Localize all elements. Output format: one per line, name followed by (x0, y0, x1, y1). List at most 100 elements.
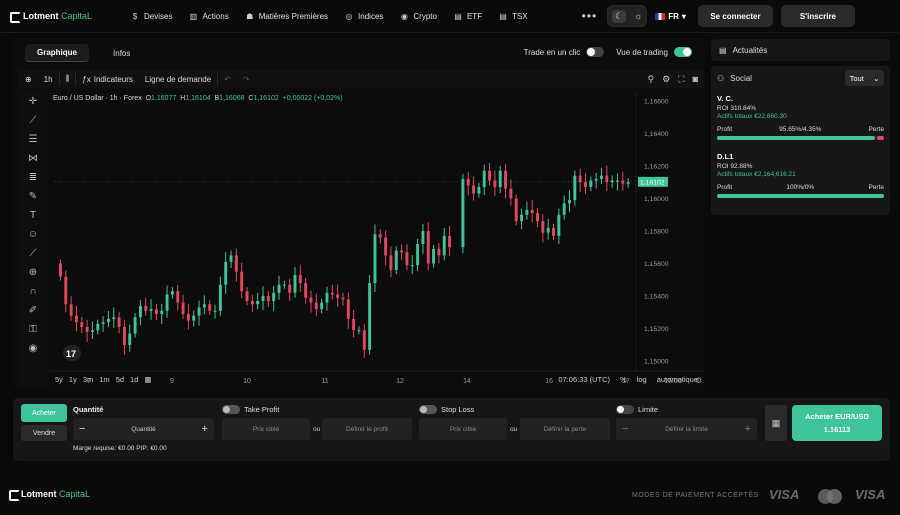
redo-icon[interactable]: ↷ (237, 75, 256, 84)
chevron-down-icon: ▾ (681, 11, 686, 21)
buy-button-label: Acheter EUR/USD (805, 412, 869, 421)
signup-button[interactable]: S'inscrire (780, 5, 855, 27)
calendar-icon[interactable]: ▦ (144, 375, 151, 384)
limit-toggle[interactable]: Limite (616, 405, 658, 414)
trader-name: D.L1 (717, 152, 734, 161)
or-label: ou (313, 426, 321, 433)
nav-item-devises[interactable]: $ Devises (122, 11, 180, 21)
take-profit-price-field[interactable]: Prix cible (222, 418, 310, 440)
plus-icon[interactable]: + (202, 423, 208, 435)
demand-line-button[interactable]: Ligne de demande (139, 75, 217, 84)
trading-view-switch[interactable] (674, 47, 692, 57)
zoom-in-icon[interactable]: ⊕ (29, 266, 37, 279)
price-chart[interactable]: 1,16600 1,16400 1,16200 1,16000 1,15800 1,156… (49, 91, 704, 389)
candle-body (117, 317, 121, 328)
utc-clock[interactable]: 07:06:33 (UTC) (558, 375, 610, 384)
limit-stepper[interactable]: − Définir la limite + (616, 418, 757, 440)
pitchfork-icon[interactable]: ⋈ (28, 152, 38, 165)
candle-body (536, 213, 539, 222)
plus-icon[interactable]: + (745, 423, 751, 435)
set-profit-field[interactable]: Définir le profit (322, 418, 412, 440)
take-profit-toggle[interactable]: Take Profit (222, 405, 279, 414)
france-flag-icon (655, 12, 666, 20)
minus-icon[interactable]: − (79, 423, 85, 435)
y-tick-label: 1,16200 (644, 163, 669, 170)
log-toggle[interactable]: log (637, 375, 647, 384)
text-icon[interactable]: T (30, 209, 36, 222)
profit-bar (717, 136, 884, 140)
sell-tab[interactable]: Vendre (21, 425, 67, 441)
trader-card[interactable]: D.L1 ROI 92.88% Actifs totaux €2,164,616… (711, 152, 890, 198)
camera-icon[interactable]: ◙ (693, 74, 698, 85)
lock-icon[interactable]: ⚿ (29, 323, 37, 336)
range-1y[interactable]: 1y (69, 375, 77, 384)
range-5d[interactable]: 5d (116, 375, 124, 384)
language-selector[interactable]: FR ▾ (655, 12, 686, 21)
chart-panel: Graphique Infos Trade en un clic Vue de … (13, 38, 704, 390)
nav-item-indices[interactable]: ◎ Indices (336, 11, 391, 21)
brush-icon[interactable]: ✎ (29, 190, 37, 203)
magnet-icon[interactable]: ∩ (29, 285, 36, 298)
candle-body (400, 250, 404, 253)
emoji-icon[interactable]: ☺ (28, 228, 38, 241)
stop-loss-toggle[interactable]: Stop Loss (419, 405, 474, 414)
fullscreen-icon[interactable]: ⛶ (678, 74, 684, 85)
theme-toggle[interactable]: ☾ ☼ (607, 5, 648, 27)
range-3m[interactable]: 3m (83, 375, 93, 384)
eye-icon[interactable]: ◉ (29, 342, 38, 355)
fib-icon[interactable]: ≣ (29, 171, 37, 184)
candlestick-chart[interactable]: 1,16600 1,16400 1,16200 1,16000 1,15800 1,156… (49, 91, 704, 389)
indicators-button[interactable]: ƒx Indicateurs (76, 75, 139, 84)
interval-selector[interactable]: 1h (38, 75, 59, 84)
set-loss-field[interactable]: Définir la perte (520, 418, 610, 440)
tab-infos[interactable]: Infos (101, 45, 142, 62)
nav-item-tsx[interactable]: ▤ TSX (490, 11, 536, 21)
horizontal-lines-icon[interactable]: ☰ (29, 133, 38, 146)
candle-body (432, 248, 436, 264)
calculator-button[interactable]: ▦ (765, 405, 787, 441)
news-panel[interactable]: ▤ Actualités (711, 39, 890, 61)
stop-loss-switch[interactable] (419, 405, 437, 414)
quantity-stepper[interactable]: − Quantité + (73, 418, 214, 440)
limit-switch[interactable] (616, 405, 634, 414)
nav-item-etf[interactable]: ▤ ETF (445, 11, 490, 21)
footer-logo[interactable]: Lotment CapitaL (9, 489, 90, 501)
nav-item-crypto[interactable]: ◉ Crypto (391, 11, 445, 21)
candle-body (80, 322, 84, 328)
minus-icon[interactable]: − (622, 423, 628, 435)
buy-submit-button[interactable]: Acheter EUR/USD 1.16113 (792, 405, 882, 441)
quantity-input[interactable]: Quantité (131, 426, 156, 433)
candle-body (138, 305, 142, 318)
login-button[interactable]: Se connecter (697, 5, 773, 27)
nav-item-commodities[interactable]: ☗ Matières Premières (237, 11, 336, 21)
sun-icon[interactable]: ☼ (634, 11, 642, 21)
range-1m[interactable]: 1m (99, 375, 109, 384)
brand-logo[interactable]: Lotment CapitaL (10, 11, 115, 23)
trader-card[interactable]: V. C. ROI 310.84% Actifs totaux €22,660.… (711, 94, 890, 140)
trend-line-icon[interactable]: ⟋ (30, 114, 37, 127)
auto-toggle[interactable]: automatique (657, 375, 698, 384)
percent-toggle[interactable]: % (620, 375, 627, 384)
stop-loss-price-field[interactable]: Prix cible (419, 418, 507, 440)
nav-item-actions[interactable]: ▥ Actions (180, 11, 236, 21)
take-profit-switch[interactable] (222, 405, 240, 414)
range-5y[interactable]: 5y (55, 375, 63, 384)
candle-style-icon[interactable]: ⫼ (60, 74, 76, 84)
settings-icon[interactable]: ⚙ (662, 74, 670, 85)
limit-input[interactable]: Définir la limite (665, 426, 708, 433)
undo-icon[interactable]: ↶ (218, 75, 237, 84)
candle-body (600, 175, 603, 179)
add-symbol-icon[interactable]: ⊕ (19, 75, 38, 84)
range-1d[interactable]: 1d (130, 375, 138, 384)
more-menu-icon[interactable]: ••• (582, 9, 598, 23)
candle-body (426, 231, 430, 264)
quick-search-icon[interactable]: ⚲ (648, 74, 655, 85)
social-filter-dropdown[interactable]: Tout ⌄ (845, 70, 884, 86)
one-click-switch[interactable] (586, 47, 605, 57)
ruler-icon[interactable]: ⟋ (30, 247, 37, 260)
buy-tab[interactable]: Acheter (21, 404, 67, 422)
moon-icon[interactable]: ☾ (612, 9, 627, 23)
crosshair-icon[interactable]: ✛ (29, 95, 37, 108)
tab-graphique[interactable]: Graphique (25, 44, 90, 62)
lock-drawing-icon[interactable]: ✐ (29, 304, 37, 317)
